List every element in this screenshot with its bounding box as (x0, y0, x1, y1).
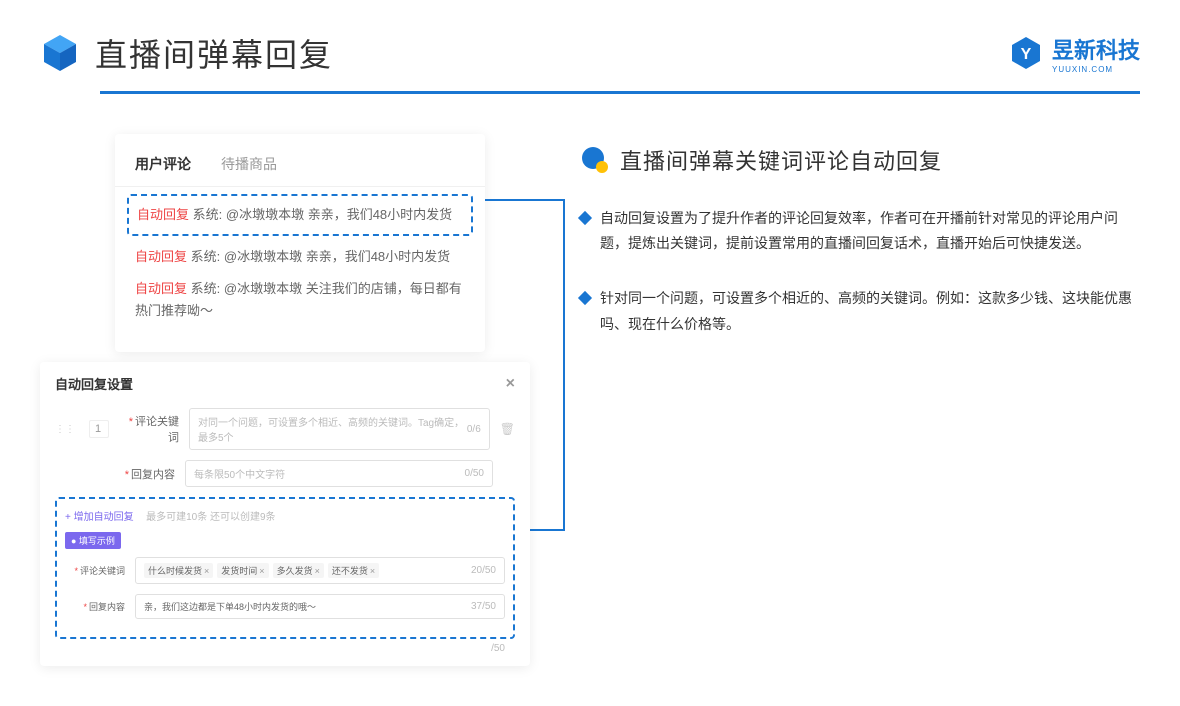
comments-panel: 用户评论 待播商品 自动回复 系统: @冰墩墩本墩 亲亲，我们48小时内发货 自… (115, 134, 485, 352)
add-hint: 最多可建10条 还可以创建9条 (146, 512, 275, 523)
keyword-tag[interactable]: 还不发货× (328, 563, 379, 578)
brand-name: 昱新科技 (1052, 33, 1140, 65)
tab-goods[interactable]: 待播商品 (221, 154, 277, 174)
content-label: 回复内容 (115, 466, 175, 482)
svg-text:Y: Y (1021, 46, 1032, 63)
ex-content-label: 回复内容 (65, 600, 125, 613)
outer-count: /50 (55, 643, 515, 654)
keyword-tag[interactable]: 发货时间× (217, 563, 268, 578)
page-header: 直播间弹幕回复 Y 昱新科技 YUUXIN.COM (0, 0, 1180, 86)
content-input[interactable]: 每条限50个中文字符 0/50 (185, 460, 493, 487)
keyword-tag[interactable]: 多久发货× (273, 563, 324, 578)
screenshot-preview: 用户评论 待播商品 自动回复 系统: @冰墩墩本墩 亲亲，我们48小时内发货 自… (40, 134, 540, 666)
drag-handle-icon[interactable]: ⋮⋮ (55, 424, 75, 435)
tab-comments[interactable]: 用户评论 (135, 154, 191, 174)
modal-title-text: 自动回复设置 (55, 374, 133, 393)
auto-reply-modal: 自动回复设置 × ⋮⋮ 1 评论关键词 对同一个问题，可设置多个相近、高频的关键… (40, 362, 530, 666)
section-title: 直播间弹幕关键词评论自动回复 (620, 144, 942, 176)
row-number: 1 (89, 420, 109, 438)
delete-icon[interactable]: 🗑 (500, 422, 515, 436)
ex-keyword-input[interactable]: 什么时候发货×发货时间×多久发货×还不发货× 20/50 (135, 557, 505, 584)
example-highlight-box: + 增加自动回复 最多可建10条 还可以创建9条 ● 填写示例 评论关键词 什么… (55, 497, 515, 639)
connector-line (563, 199, 565, 529)
brand-logo: Y 昱新科技 YUUXIN.COM (1008, 33, 1140, 74)
comment-item-highlighted: 自动回复 系统: @冰墩墩本墩 亲亲，我们48小时内发货 (127, 194, 473, 236)
keyword-tag[interactable]: 什么时候发货× (144, 563, 213, 578)
bullet-point: 针对同一个问题，可设置多个相近的、高频的关键词。例如：这款多少钱、这块能优惠吗、… (580, 286, 1140, 336)
brand-sub: YUUXIN.COM (1052, 65, 1140, 74)
example-badge: ● 填写示例 (65, 532, 121, 549)
diamond-icon (578, 211, 592, 225)
speech-bubble-icon (580, 145, 610, 175)
page-title: 直播间弹幕回复 (95, 30, 333, 76)
ex-keyword-label: 评论关键词 (65, 564, 125, 577)
add-reply-link[interactable]: + 增加自动回复 (65, 512, 134, 523)
bullet-point: 自动回复设置为了提升作者的评论回复效率，作者可在开播前针对常见的评论用户问题，提… (580, 206, 1140, 256)
comment-item: 自动回复 系统: @冰墩墩本墩 关注我们的店铺，每日都有热门推荐呦～ (135, 278, 465, 322)
tag-list: 什么时候发货× 发货时间× 多久发货× 还不发货× (144, 563, 383, 578)
ex-content-input[interactable]: 亲，我们这边都是下单48小时内发货的哦～ 37/50 (135, 594, 505, 619)
brand-icon: Y (1008, 35, 1044, 71)
connector-line (485, 199, 565, 201)
comment-item: 自动回复 系统: @冰墩墩本墩 亲亲，我们48小时内发货 (135, 246, 465, 268)
keyword-label: 评论关键词 (119, 413, 179, 445)
description-panel: 直播间弹幕关键词评论自动回复 自动回复设置为了提升作者的评论回复效率，作者可在开… (580, 134, 1140, 666)
close-icon[interactable]: × (506, 375, 515, 393)
cube-logo-icon (40, 33, 80, 73)
diamond-icon (578, 291, 592, 305)
keyword-input[interactable]: 对同一个问题，可设置多个相近、高频的关键词。Tag确定，最多5个 0/6 (189, 408, 490, 450)
